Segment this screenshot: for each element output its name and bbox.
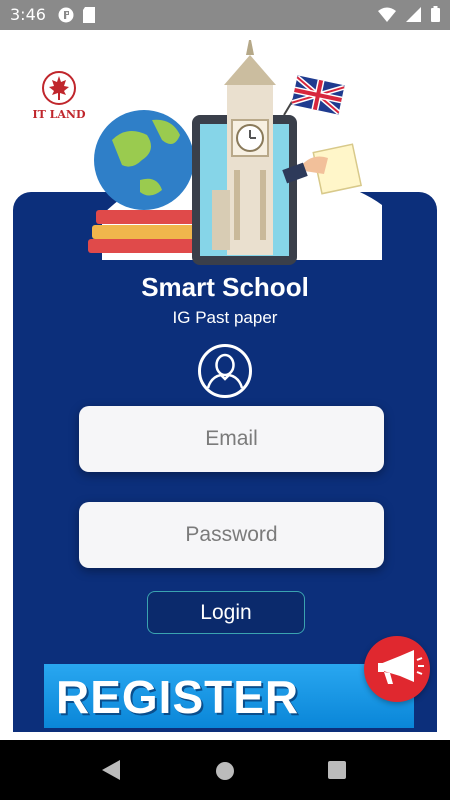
recents-icon[interactable] xyxy=(328,761,346,779)
home-icon[interactable] xyxy=(216,762,234,780)
megaphone-icon[interactable] xyxy=(364,636,430,702)
status-bar: 3:46 xyxy=(0,0,450,30)
app-title: Smart School xyxy=(141,272,309,302)
pocket-app-icon xyxy=(58,7,74,23)
back-icon[interactable] xyxy=(102,760,120,780)
signal-icon xyxy=(406,6,421,22)
login-label: Login xyxy=(200,600,252,624)
register-now-label: REGISTER NOW xyxy=(56,671,300,728)
education-illustration xyxy=(88,40,382,265)
battery-icon xyxy=(431,6,440,22)
megaphone-glyph-icon xyxy=(378,650,424,684)
status-time: 3:46 xyxy=(10,5,46,24)
app-subtitle: IG Past paper xyxy=(172,308,278,327)
sd-card-icon xyxy=(83,7,95,23)
login-button[interactable]: Login xyxy=(147,591,305,634)
register-now-banner[interactable]: REGISTER NOW xyxy=(44,664,414,728)
email-input[interactable] xyxy=(79,426,384,452)
password-input[interactable] xyxy=(79,522,384,548)
wifi-icon xyxy=(378,7,396,22)
navigation-bar xyxy=(0,740,450,800)
password-field[interactable] xyxy=(79,502,384,568)
email-field[interactable] xyxy=(79,406,384,472)
user-avatar-icon xyxy=(198,344,252,398)
